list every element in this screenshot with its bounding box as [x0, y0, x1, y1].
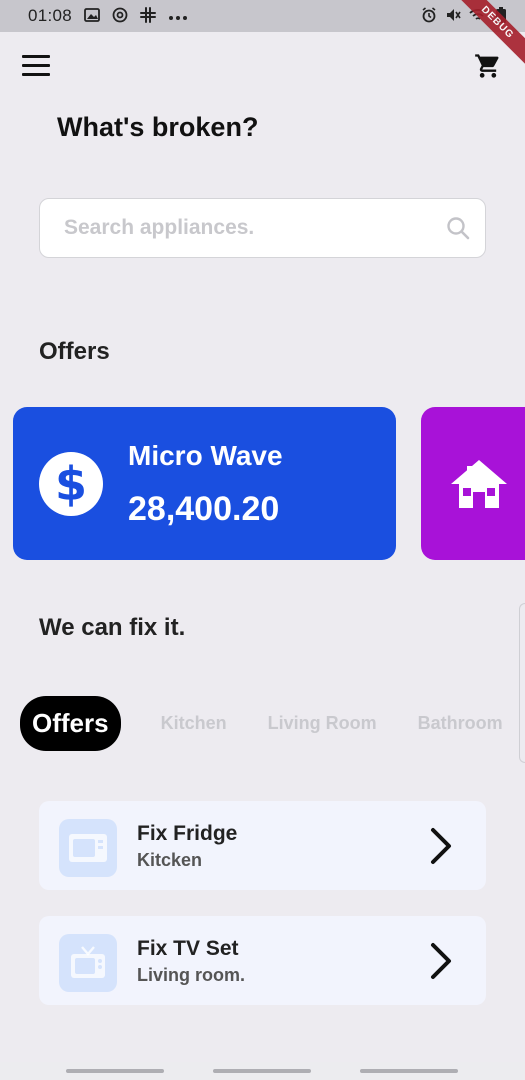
- status-time: 01:08: [28, 6, 73, 25]
- offer-card-microwave[interactable]: $ Micro Wave 28,400.20: [13, 407, 396, 560]
- home-icon: [447, 452, 511, 516]
- page-title: What's broken?: [57, 112, 259, 142]
- search-input[interactable]: [64, 216, 445, 240]
- category-tabs: Offers Kitchen Living Room Bathroom: [20, 695, 525, 751]
- status-left: 01:08: [28, 6, 188, 26]
- tv-icon: [59, 934, 117, 992]
- scroll-indicator: [519, 603, 525, 763]
- offer-price: 28,400.20: [128, 490, 280, 528]
- search-bar[interactable]: [39, 198, 486, 258]
- tab-offers[interactable]: Offers: [20, 695, 121, 751]
- search-icon[interactable]: [445, 215, 471, 241]
- nav-handle-left[interactable]: [66, 1069, 164, 1073]
- more-icon: [168, 9, 188, 23]
- service-title: Fix TV Set: [137, 937, 239, 960]
- navigation-bar: [0, 1062, 525, 1080]
- service-item-tv[interactable]: Fix TV Set Living room.: [39, 916, 486, 1005]
- nav-handle-right[interactable]: [360, 1069, 458, 1073]
- at-icon: [112, 7, 128, 25]
- cart-icon[interactable]: [474, 52, 502, 80]
- alarm-icon: [421, 7, 437, 25]
- chevron-right-icon[interactable]: [427, 941, 455, 981]
- nav-handle-center[interactable]: [213, 1069, 311, 1073]
- fix-heading: We can fix it.: [39, 614, 186, 641]
- service-subtitle: Kitcken: [137, 850, 203, 870]
- chevron-right-icon[interactable]: [427, 826, 455, 866]
- service-title: Fix Fridge: [137, 822, 238, 845]
- mute-icon: [445, 7, 461, 25]
- image-icon: [84, 8, 100, 24]
- tab-kitchen[interactable]: Kitchen: [161, 713, 227, 734]
- tab-bathroom[interactable]: Bathroom: [418, 713, 503, 734]
- service-item-fridge[interactable]: Fix Fridge Kitcken: [39, 801, 486, 890]
- offer-card-home[interactable]: [421, 407, 525, 560]
- slack-icon: [140, 7, 157, 25]
- menu-icon[interactable]: [22, 55, 50, 77]
- offer-name: Micro Wave: [128, 440, 283, 471]
- service-subtitle: Living room.: [137, 965, 245, 985]
- microwave-icon: [59, 819, 117, 877]
- status-bar: 01:08 DEBUG: [0, 0, 525, 72]
- tab-living-room[interactable]: Living Room: [268, 713, 377, 734]
- offers-heading: Offers: [39, 338, 110, 365]
- dollar-icon: $: [39, 452, 103, 516]
